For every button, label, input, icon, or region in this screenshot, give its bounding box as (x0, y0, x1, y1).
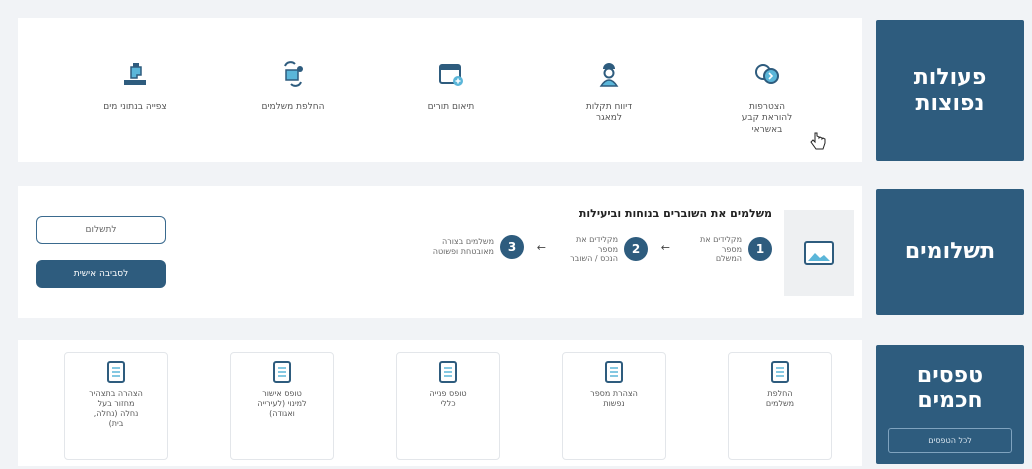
form-label: הצהרת מספר נפשות (590, 389, 638, 408)
document-icon (771, 361, 789, 383)
form-label: טופס פנייה כללי (429, 389, 467, 408)
form-card[interactable]: הצהרה בתצהיר מחזור בעל נחלה (נחלה, בית) (64, 352, 168, 460)
form-label: הצהרה בתצהיר מחזור בעל נחלה (נחלה, בית) (89, 389, 143, 428)
action-label: הצטרפות להוראת קבע באשראי (741, 102, 793, 135)
payment-step: 3 משלמים בצורה מאובטחת ופשוטה (432, 235, 524, 259)
document-icon (273, 361, 291, 383)
hand-cursor-icon (810, 132, 826, 150)
actions-title: פעולות נפוצות (913, 65, 987, 116)
step-text: מקלידים את מספר המשלם (699, 235, 742, 264)
step-arrow: ← (536, 241, 546, 254)
document-icon (107, 361, 125, 383)
swap-people-icon (284, 61, 303, 87)
image-icon (804, 241, 834, 265)
form-label: טופס אישור למינוי (לעירייה ואגודה) (257, 389, 307, 418)
action-label: תיאום תורים (427, 102, 475, 112)
pay-button[interactable]: לתשלום (36, 216, 166, 244)
forms-panel: החלפת משלמים הצהרת מספר נפשות טופס פנייה… (18, 340, 862, 466)
forms-section-title: טפסים חכמים לכל הטפסים (876, 345, 1024, 464)
form-label: החלפת משלמים (765, 389, 795, 408)
step-number: 3 (500, 235, 524, 259)
step-number: 1 (748, 237, 772, 262)
step-arrow: ← (660, 241, 670, 254)
action-label: דיווח תקלות למאגר (585, 102, 633, 124)
card-sync-icon (755, 64, 779, 84)
action-item-appointments[interactable]: תיאום תורים (376, 18, 526, 162)
all-forms-button[interactable]: לכל הטפסים (888, 427, 1012, 453)
step-number: 2 (624, 237, 648, 262)
water-tap-icon (124, 63, 146, 85)
form-card[interactable]: טופס פנייה כללי (396, 352, 500, 460)
action-item-swap-payers[interactable]: החלפת משלמים (218, 18, 368, 162)
payments-section-title: תשלומים (876, 189, 1024, 315)
payment-image-placeholder (784, 210, 854, 296)
document-icon (439, 361, 457, 383)
actions-panel: הצטרפות להוראת קבע באשראי דיווח תקלות למ… (18, 18, 862, 162)
step-text: מקלידים את מספר הנכס / השובר (570, 235, 618, 264)
calendar-icon (439, 64, 463, 86)
payment-step: 2 מקלידים את מספר הנכס / השובר (556, 235, 648, 264)
payments-title: תשלומים (904, 239, 996, 265)
actions-section-title: פעולות נפוצות (876, 20, 1024, 161)
personal-area-button[interactable]: לסביבה אישית (36, 260, 166, 288)
payment-step: 1 מקלידים את מספר המשלם (680, 235, 772, 264)
form-card[interactable]: טופס אישור למינוי (לעירייה ואגודה) (230, 352, 334, 460)
action-label: צפייה בנתוני מים (103, 102, 167, 112)
payments-panel: משלמים את השוברים בנוחות וביעילות 1 מקלי… (18, 186, 862, 318)
action-item-water-data[interactable]: צפייה בנתוני מים (60, 18, 210, 162)
action-label: החלפת משלמים (261, 102, 325, 112)
payments-heading: משלמים את השוברים בנוחות וביעילות (578, 207, 772, 220)
forms-title: טפסים חכמים (916, 363, 984, 414)
action-item-report-fault[interactable]: דיווח תקלות למאגר (534, 18, 684, 162)
worker-icon (599, 63, 619, 87)
form-card[interactable]: החלפת משלמים (728, 352, 832, 460)
form-card[interactable]: הצהרת מספר נפשות (562, 352, 666, 460)
step-text: משלמים בצורה מאובטחת ופשוטה (432, 237, 494, 256)
document-icon (605, 361, 623, 383)
